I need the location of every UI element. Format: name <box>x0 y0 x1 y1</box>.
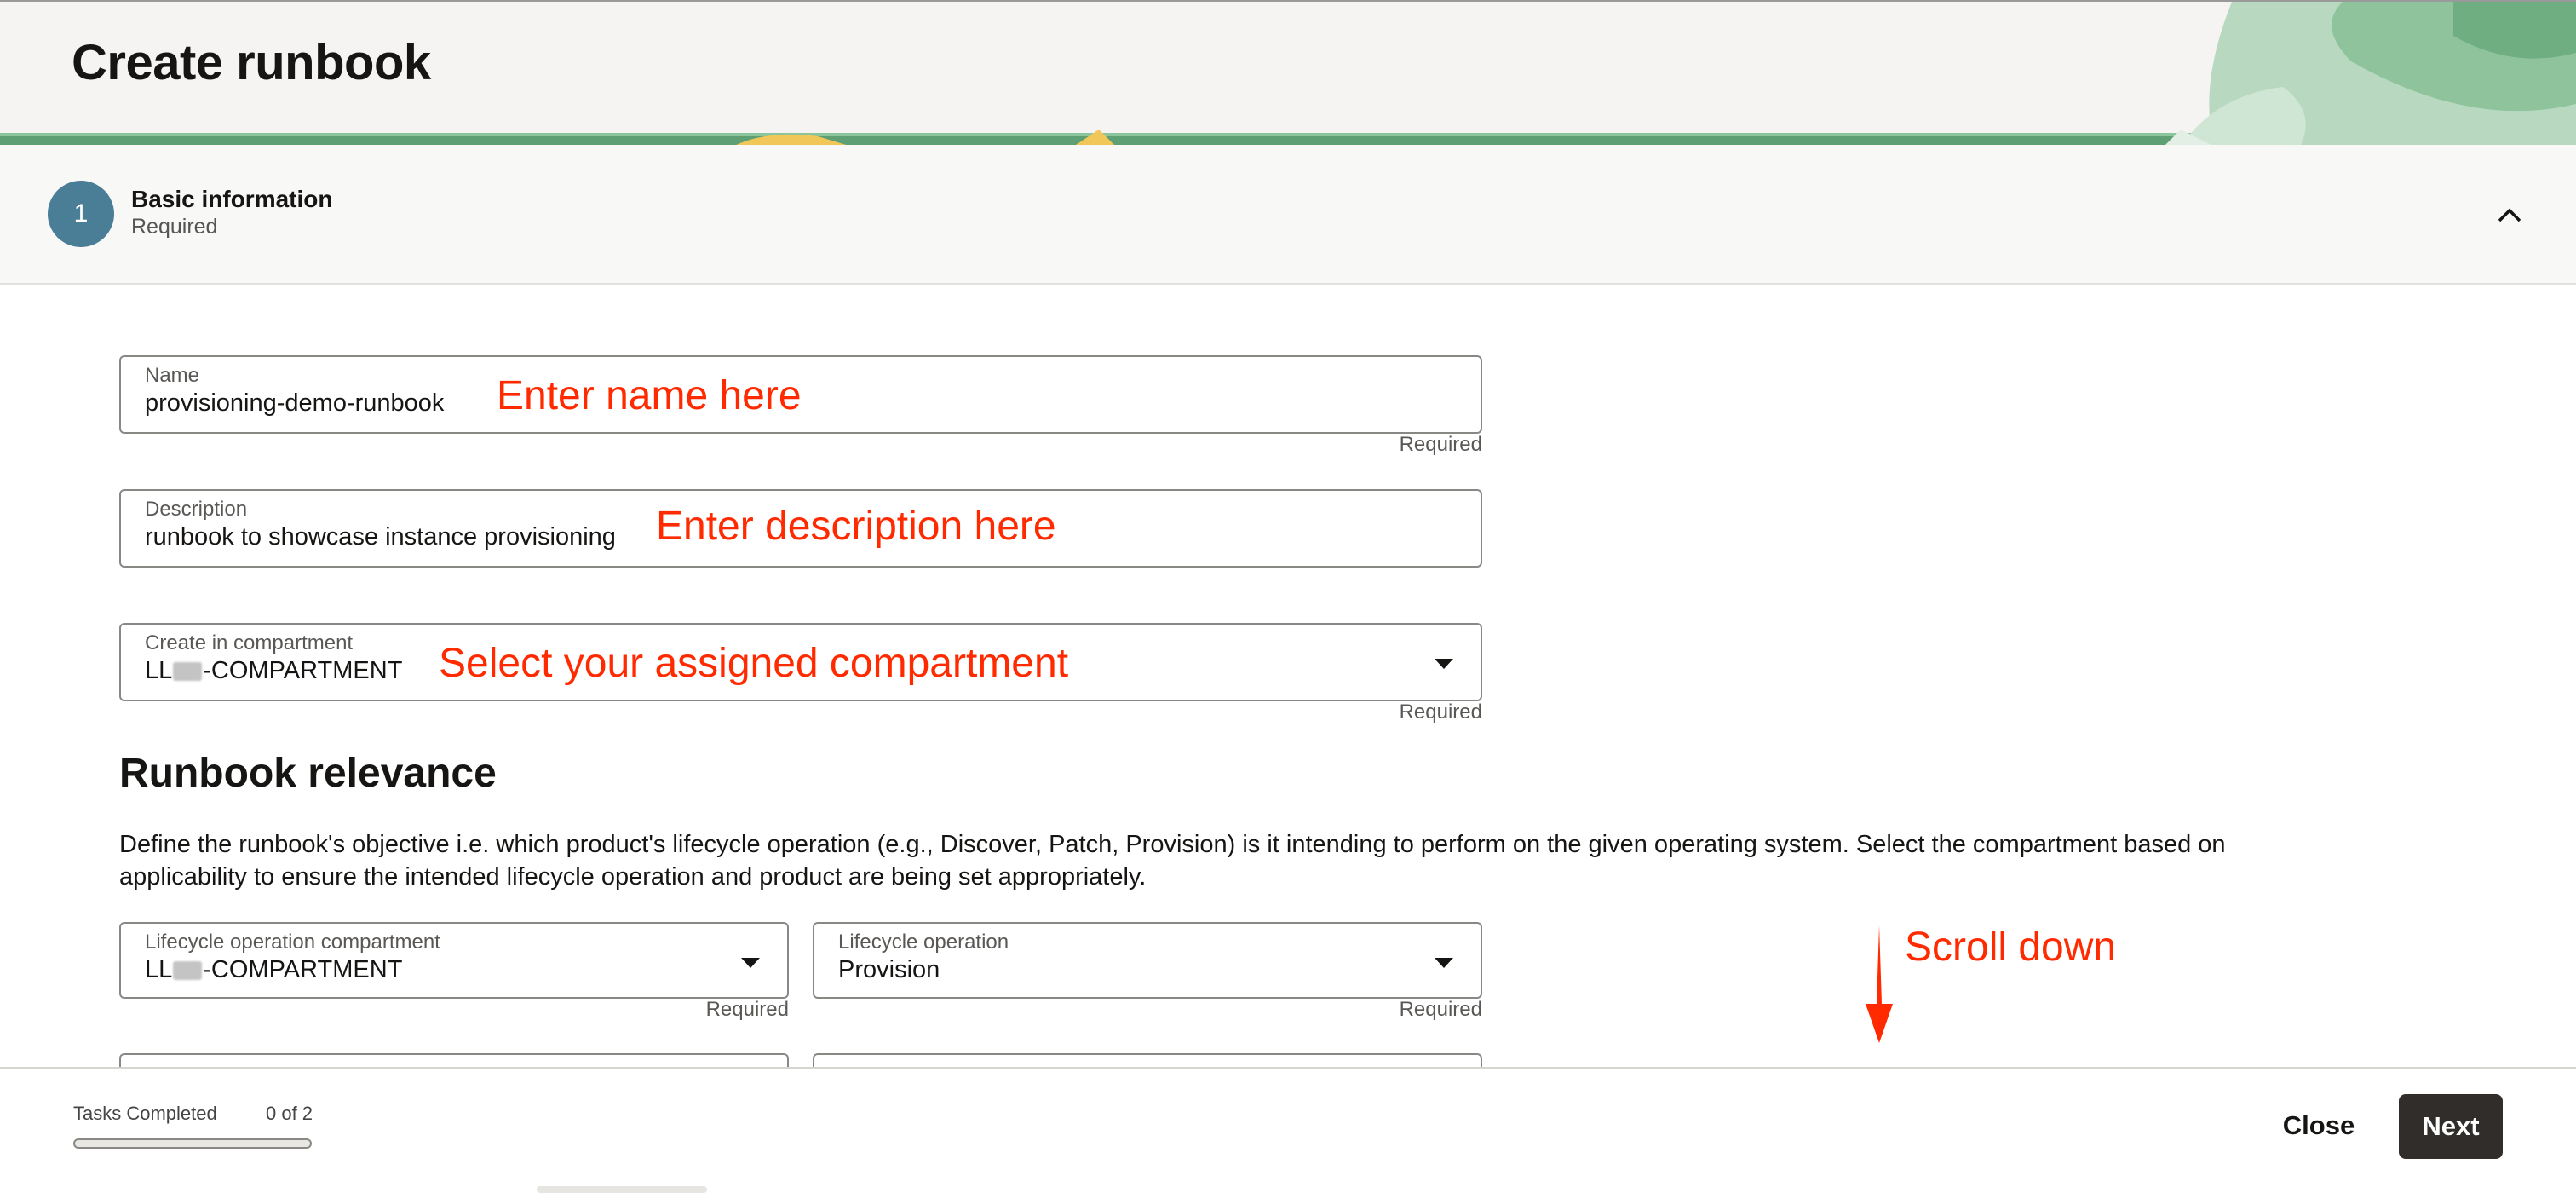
section-description: Define the runbook's objective i.e. whic… <box>119 831 2226 890</box>
annotation-description: Enter description here <box>656 504 1056 549</box>
compartment-value: LL -COMPARTMENT <box>145 657 403 684</box>
wizard-footer: Tasks Completed 0 of 2 Close Next <box>0 1067 2576 1193</box>
step-subtitle: Required <box>131 215 218 239</box>
step-panel-header[interactable]: 1 Basic information Required <box>0 145 2576 285</box>
lifecycle-operation-select[interactable]: Lifecycle operation Provision <box>813 922 1482 999</box>
name-required-helper: Required <box>1399 433 1482 456</box>
step-number-badge: 1 <box>48 181 114 247</box>
lifecycle-operation-value: Provision <box>838 956 940 983</box>
tasks-completed-label: Tasks Completed <box>73 1103 217 1124</box>
chevron-up-icon <box>2498 208 2521 222</box>
lifecycle-operation-required-helper: Required <box>1399 998 1482 1021</box>
redacted-text <box>173 961 203 981</box>
arrow-down-icon <box>1866 925 1893 1043</box>
compartment-label: Create in compartment <box>145 631 354 654</box>
caret-down-icon <box>1435 958 1453 968</box>
scroll-handle <box>537 1186 707 1193</box>
compartment-required-helper: Required <box>1399 700 1482 723</box>
step-title: Basic information <box>131 186 333 212</box>
description-label: Description <box>145 498 248 521</box>
annotation-compartment: Select your assigned compartment <box>439 641 1069 686</box>
name-label: Name <box>145 364 200 387</box>
collapse-button[interactable] <box>2491 198 2528 232</box>
page-header: Create runbook <box>0 0 2576 145</box>
lifecycle-compartment-label: Lifecycle operation compartment <box>145 931 440 954</box>
caret-down-icon <box>741 958 760 968</box>
lifecycle-compartment-required-helper: Required <box>705 998 789 1021</box>
next-button[interactable]: Next <box>2399 1094 2503 1159</box>
lifecycle-compartment-select[interactable]: Lifecycle operation compartment LL -COMPA… <box>119 922 789 999</box>
caret-down-icon <box>1435 659 1453 669</box>
annotation-scroll: Scroll down <box>1905 925 2117 970</box>
redacted-text <box>173 662 203 682</box>
section-title: Runbook relevance <box>119 751 497 796</box>
name-value: provisioning-demo-runbook <box>145 389 445 417</box>
lifecycle-operation-label: Lifecycle operation <box>838 931 1009 954</box>
tasks-progress-bar <box>73 1138 312 1149</box>
page-title: Create runbook <box>72 35 431 90</box>
close-button[interactable]: Close <box>2268 1094 2370 1157</box>
annotation-name: Enter name here <box>497 373 802 418</box>
tasks-completed-count: 0 of 2 <box>266 1103 313 1124</box>
description-value: runbook to showcase instance provisionin… <box>145 523 616 550</box>
lifecycle-compartment-value: LL -COMPARTMENT <box>145 956 403 983</box>
